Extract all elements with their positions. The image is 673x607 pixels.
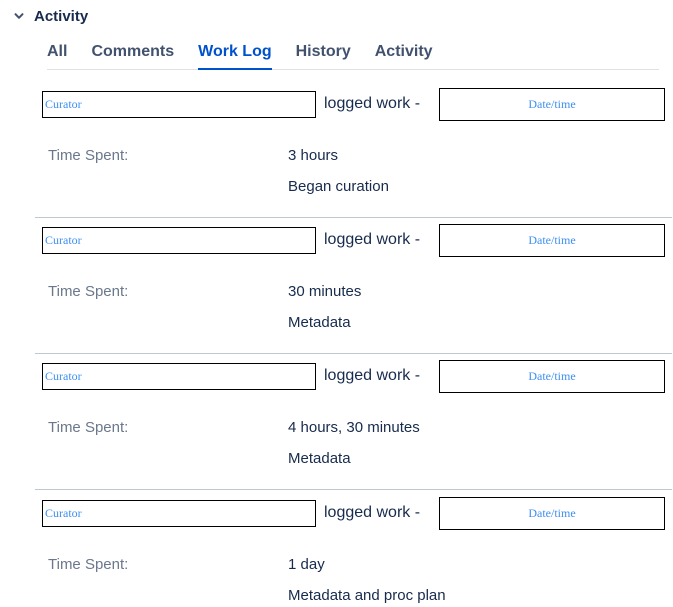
worklog-entry: Curator logged work - Date/time Time Spe… bbox=[35, 353, 672, 490]
tab-history[interactable]: History bbox=[296, 38, 351, 67]
tab-work-log[interactable]: Work Log bbox=[198, 38, 273, 70]
time-spent-value: 30 minutes bbox=[288, 283, 362, 300]
activity-tabs: All Comments Work Log History Activity bbox=[47, 38, 659, 70]
worklog-datetime[interactable]: Date/time bbox=[439, 497, 665, 530]
tab-all[interactable]: All bbox=[47, 38, 67, 67]
author-name[interactable]: Curator bbox=[42, 227, 316, 254]
time-spent-label: Time Spent: bbox=[48, 419, 129, 436]
time-spent-value: 4 hours, 30 minutes bbox=[288, 419, 420, 436]
chevron-down-icon bbox=[12, 9, 26, 23]
worklog-datetime[interactable]: Date/time bbox=[439, 360, 665, 393]
action-text: logged work - bbox=[324, 504, 421, 521]
worklog-comment: Metadata and proc plan bbox=[288, 587, 446, 604]
worklog-entry: Curator logged work - Date/time Time Spe… bbox=[35, 490, 672, 607]
worklog-comment: Metadata bbox=[288, 314, 351, 331]
action-text: logged work - bbox=[324, 95, 421, 112]
section-title: Activity bbox=[34, 7, 89, 25]
activity-panel: Activity All Comments Work Log History A… bbox=[0, 0, 673, 607]
worklog-datetime[interactable]: Date/time bbox=[439, 224, 665, 257]
time-spent-label: Time Spent: bbox=[48, 556, 129, 573]
tab-comments[interactable]: Comments bbox=[91, 38, 174, 67]
time-spent-value: 1 day bbox=[288, 556, 325, 573]
action-text: logged work - bbox=[324, 231, 421, 248]
worklog-comment: Metadata bbox=[288, 450, 351, 467]
author-name[interactable]: Curator bbox=[42, 363, 316, 390]
time-spent-label: Time Spent: bbox=[48, 283, 129, 300]
author-name[interactable]: Curator bbox=[42, 500, 316, 527]
worklog-datetime[interactable]: Date/time bbox=[439, 88, 665, 121]
worklog-comment: Began curation bbox=[288, 178, 389, 195]
tab-activity[interactable]: Activity bbox=[375, 38, 433, 67]
time-spent-label: Time Spent: bbox=[48, 147, 129, 164]
worklog-entry: Curator logged work - Date/time Time Spe… bbox=[35, 81, 672, 218]
author-name[interactable]: Curator bbox=[42, 91, 316, 118]
time-spent-value: 3 hours bbox=[288, 147, 339, 164]
action-text: logged work - bbox=[324, 367, 421, 384]
worklog-entry: Curator logged work - Date/time Time Spe… bbox=[35, 217, 672, 354]
activity-section-toggle[interactable]: Activity bbox=[12, 5, 88, 27]
